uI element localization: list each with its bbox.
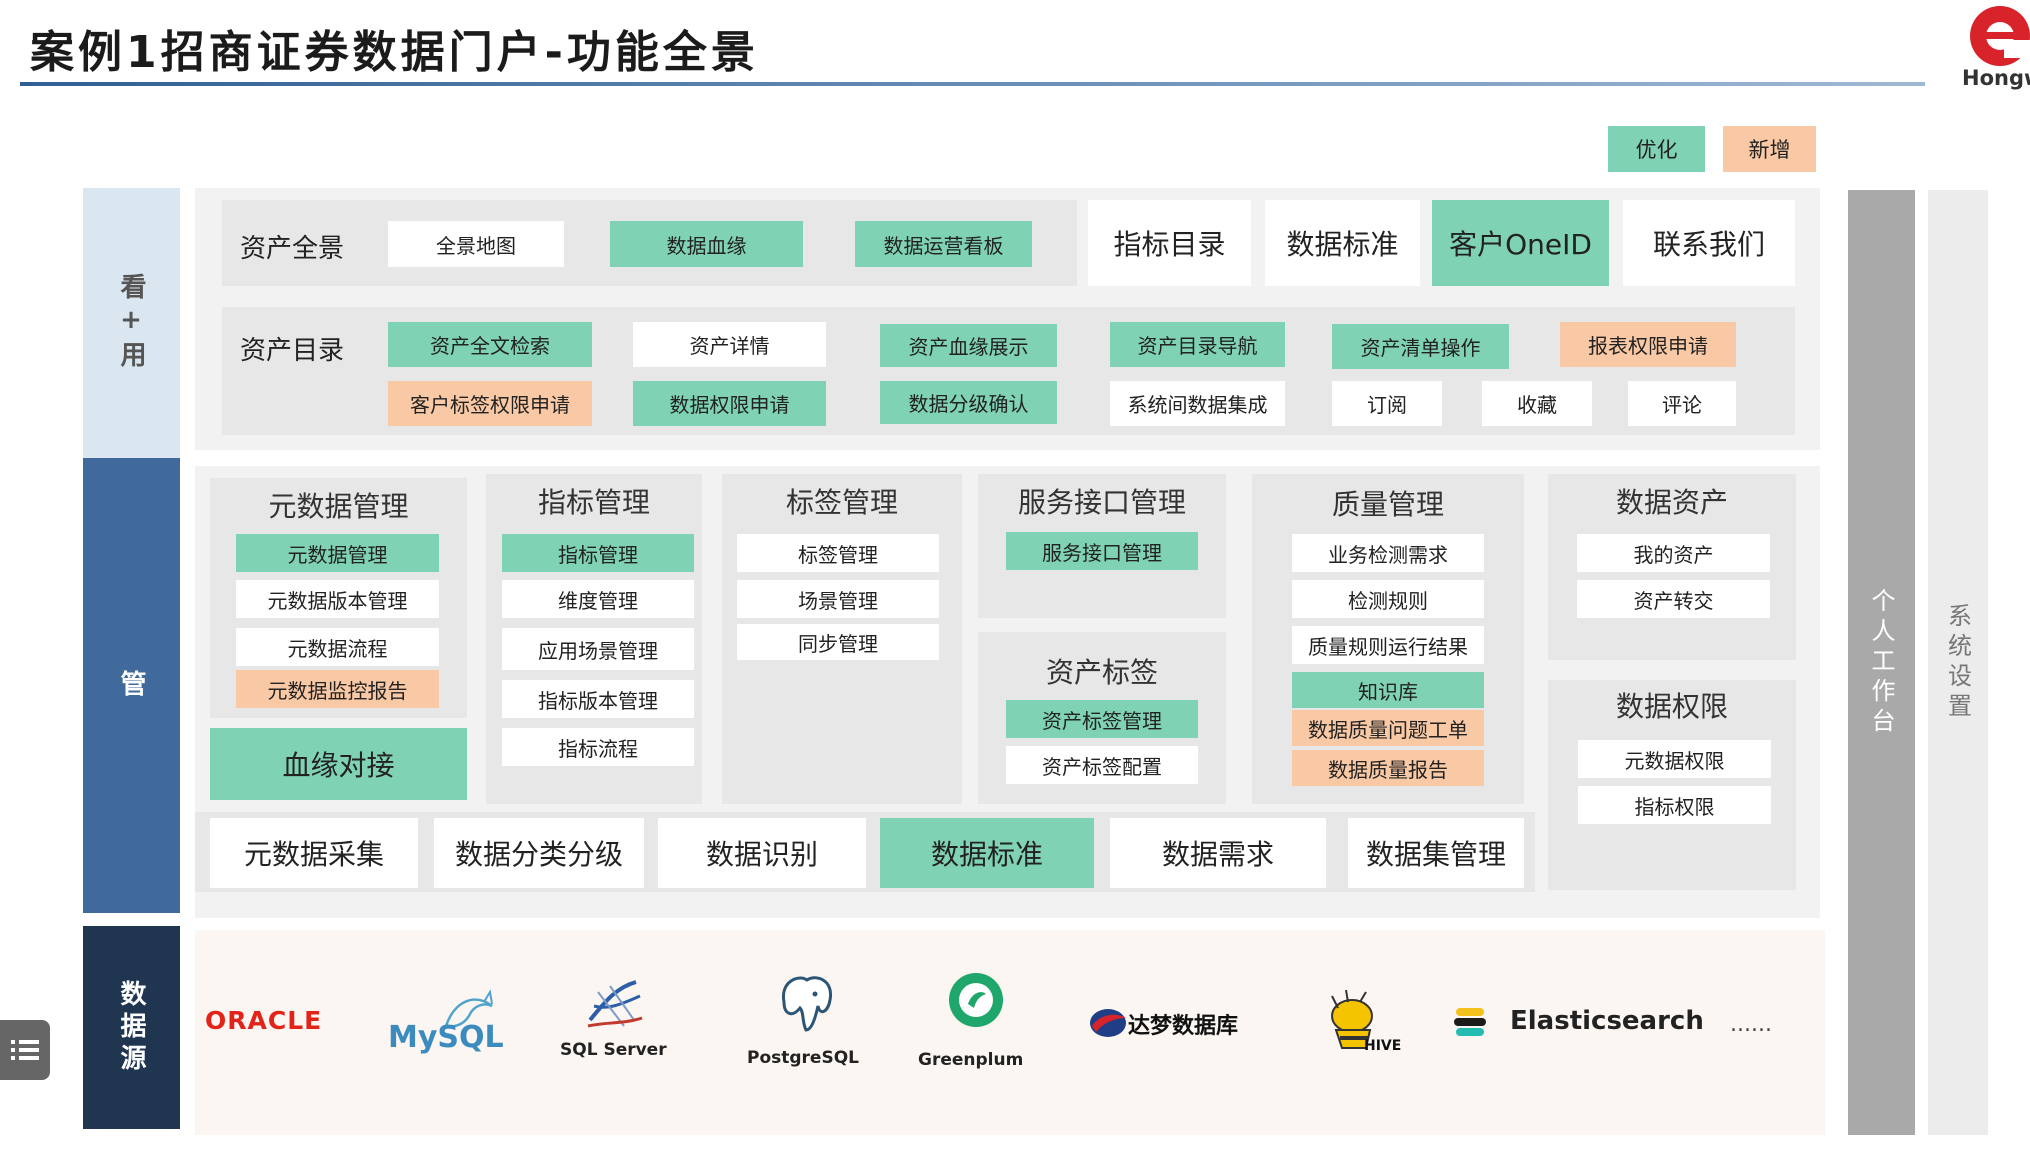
source-greenplum: Greenplum [918, 1050, 1024, 1070]
brand-logo-icon [1970, 6, 2030, 66]
page-title: 案例1招商证券数据门户-功能全景 [30, 27, 759, 78]
overview-ops-board[interactable]: 数据运营看板 [855, 221, 1032, 267]
catalog-lineage-view[interactable]: 资产血缘展示 [880, 324, 1057, 367]
bottom-classification[interactable]: 数据分类分级 [434, 818, 644, 888]
source-postgresql: PostgreSQL [747, 1048, 859, 1068]
tag-sync[interactable]: 同步管理 [737, 624, 939, 660]
asset-transfer[interactable]: 资产转交 [1577, 580, 1770, 618]
quality-issue-ticket[interactable]: 数据质量问题工单 [1292, 710, 1484, 746]
metadata-flow[interactable]: 元数据流程 [236, 628, 439, 666]
settings-bar[interactable]: 系统设置 [1928, 190, 1988, 1135]
settings-label: 系统设置 [1943, 602, 1972, 723]
overview-lineage[interactable]: 数据血缘 [610, 221, 803, 267]
group-service-title: 服务接口管理 [1017, 486, 1186, 519]
group-permission-title: 数据权限 [1615, 690, 1728, 723]
bottom-metadata-collect[interactable]: 元数据采集 [210, 818, 418, 888]
catalog-report-permission[interactable]: 报表权限申请 [1560, 322, 1736, 367]
postgresql-elephant-icon [781, 976, 833, 1032]
service-interface-manage[interactable]: 服务接口管理 [1006, 532, 1198, 570]
group-asset-tag-title: 资产标签 [1045, 656, 1158, 689]
indicator-flow[interactable]: 指标流程 [502, 728, 694, 766]
legend-optimize: 优化 [1608, 126, 1705, 172]
catalog-system-integration[interactable]: 系统间数据集成 [1110, 381, 1285, 426]
tab-contact-us[interactable]: 联系我们 [1623, 200, 1795, 286]
group-quality-title: 质量管理 [1331, 488, 1444, 521]
indicator-version[interactable]: 指标版本管理 [502, 680, 694, 718]
source-oracle: ORACLE [205, 1006, 323, 1035]
layer-source-label: 数据源 [116, 979, 146, 1076]
source-dameng: 达梦数据库 [1128, 1014, 1239, 1039]
layer-source: 数据源 [83, 926, 180, 1129]
layer-manage-label: 管 [116, 669, 146, 702]
indicator-dimension[interactable]: 维度管理 [502, 580, 694, 618]
catalog-favorite[interactable]: 收藏 [1482, 381, 1592, 426]
tag-manage[interactable]: 标签管理 [737, 534, 939, 572]
catalog-list-ops[interactable]: 资产清单操作 [1332, 324, 1509, 369]
title-underline [20, 82, 1925, 86]
source-elasticsearch: Elasticsearch [1510, 1006, 1704, 1036]
catalog-classification-confirm[interactable]: 数据分级确认 [880, 381, 1057, 424]
layer-view-label: 看+用 [116, 273, 146, 373]
tab-indicator-catalog[interactable]: 指标目录 [1088, 200, 1251, 286]
bottom-dataset-manage[interactable]: 数据集管理 [1348, 818, 1524, 888]
permission-metadata[interactable]: 元数据权限 [1578, 740, 1771, 778]
catalog-asset-detail[interactable]: 资产详情 [633, 322, 826, 367]
dameng-icon [1090, 1009, 1126, 1037]
catalog-fulltext-search[interactable]: 资产全文检索 [388, 322, 592, 367]
layer-view: 看+用 [83, 188, 180, 458]
catalog-tag-permission[interactable]: 客户标签权限申请 [388, 381, 592, 426]
greenplum-icon [949, 973, 1003, 1027]
source-more: ...... [1730, 1012, 1772, 1037]
quality-check-rules[interactable]: 检测规则 [1292, 580, 1484, 618]
asset-tag-manage[interactable]: 资产标签管理 [1006, 700, 1198, 738]
quality-knowledge-base[interactable]: 知识库 [1292, 672, 1484, 708]
source-sqlserver: SQL Server [560, 1040, 667, 1060]
tab-customer-oneid[interactable]: 客户OneID [1432, 200, 1609, 286]
quality-report[interactable]: 数据质量报告 [1292, 750, 1484, 786]
bottom-data-standard[interactable]: 数据标准 [880, 818, 1094, 888]
menu-toggle-button[interactable] [0, 1020, 50, 1080]
tag-scene[interactable]: 场景管理 [737, 580, 939, 618]
indicator-manage[interactable]: 指标管理 [502, 534, 694, 572]
overview-label: 资产全景 [240, 234, 345, 264]
bottom-data-demand[interactable]: 数据需求 [1110, 818, 1326, 888]
legend-add: 新增 [1723, 126, 1816, 172]
quality-business-check[interactable]: 业务检测需求 [1292, 534, 1484, 572]
group-metadata-title: 元数据管理 [268, 490, 409, 523]
catalog-navigation[interactable]: 资产目录导航 [1110, 322, 1285, 367]
quality-rule-results[interactable]: 质量规则运行结果 [1292, 626, 1484, 664]
metadata-monitor-report[interactable]: 元数据监控报告 [236, 670, 439, 708]
metadata-version[interactable]: 元数据版本管理 [236, 580, 439, 618]
catalog-comment[interactable]: 评论 [1628, 381, 1736, 426]
overview-map[interactable]: 全景地图 [388, 221, 564, 267]
layer-manage: 管 [83, 458, 180, 913]
permission-indicator[interactable]: 指标权限 [1578, 786, 1771, 824]
sql-server-icon [587, 980, 643, 1028]
list-menu-icon [11, 1040, 39, 1060]
workbench-label: 个人工作台 [1867, 587, 1895, 738]
source-hive: HIVE [1364, 1038, 1402, 1054]
indicator-scenario[interactable]: 应用场景管理 [502, 628, 694, 670]
lineage-integration[interactable]: 血缘对接 [210, 728, 467, 800]
elasticsearch-icon [1454, 1008, 1486, 1036]
bottom-data-identify[interactable]: 数据识别 [658, 818, 866, 888]
asset-tag-config[interactable]: 资产标签配置 [1006, 746, 1198, 784]
catalog-subscribe[interactable]: 订阅 [1332, 381, 1442, 426]
group-indicator-title: 指标管理 [537, 486, 650, 519]
catalog-label: 资产目录 [240, 336, 345, 366]
group-asset-title: 数据资产 [1615, 486, 1728, 519]
metadata-manage[interactable]: 元数据管理 [236, 534, 439, 572]
source-mysql: MySQL [388, 1020, 504, 1055]
group-tag-title: 标签管理 [785, 486, 898, 519]
brand-text: Hongw [1962, 66, 2030, 90]
workbench-bar[interactable]: 个人工作台 [1848, 190, 1915, 1135]
brand-logo: Hongw [1960, 0, 2030, 95]
asset-mine[interactable]: 我的资产 [1577, 534, 1770, 572]
catalog-data-permission[interactable]: 数据权限申请 [633, 381, 826, 426]
tab-data-standard[interactable]: 数据标准 [1265, 200, 1420, 286]
